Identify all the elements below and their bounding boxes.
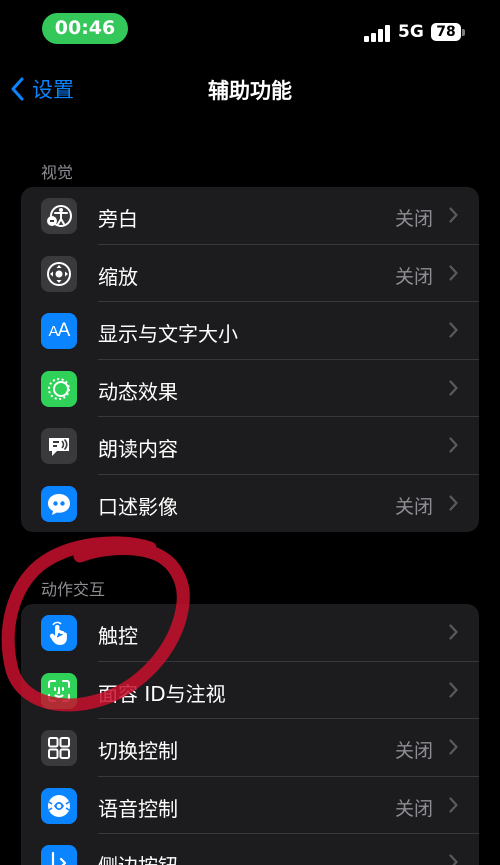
row-label: 动态效果 [98, 379, 178, 404]
row-label: 显示与文字大小 [98, 322, 238, 346]
row-value: 关闭 [394, 797, 433, 820]
row-value: 关闭 [394, 740, 433, 762]
network-type: 5G [398, 22, 424, 42]
row-value: 关闭 [394, 208, 433, 230]
cellular-signal-icon [364, 24, 392, 42]
row-label: 侧边按钮 [98, 850, 178, 865]
chevron-right-icon [449, 796, 458, 813]
settings-row-voice-control[interactable]: 语音控制 关闭 [21, 777, 479, 834]
chevron-right-icon [449, 264, 458, 281]
settings-row-spoken-content[interactable]: 朗读内容 [21, 417, 479, 475]
settings-row-touch[interactable]: 触控 [21, 604, 479, 662]
settings-row-display-text-size[interactable]: AA 显示与文字大小 [21, 302, 479, 360]
settings-group-vision: 旁白 关闭 缩放 关闭 AA 显示与文字大小 动态效果 朗读内容 口述影像 关闭 [21, 187, 479, 532]
row-label: 面容 ID与注视 [98, 681, 226, 706]
chevron-right-icon [449, 854, 458, 865]
settings-row-voiceover[interactable]: 旁白 关闭 [21, 187, 479, 245]
row-label: 缩放 [98, 264, 138, 289]
row-value: 关闭 [394, 265, 433, 288]
voiceover-icon [41, 198, 77, 234]
chevron-right-icon [449, 322, 458, 338]
row-value: 关闭 [394, 495, 433, 518]
settings-row-audio-description[interactable]: 口述影像 关闭 [21, 475, 479, 533]
spoken-content-icon [41, 428, 77, 464]
touch-icon [41, 615, 77, 651]
switch-control-icon [41, 730, 77, 766]
chevron-right-icon [449, 739, 458, 755]
battery-tip [462, 29, 465, 36]
row-label: 旁白 [98, 207, 138, 231]
navigation-bar: 设置 辅助功能 [0, 62, 500, 116]
zoom-icon [41, 255, 77, 292]
section-header-interaction: 动作交互 [41, 580, 106, 599]
chevron-right-icon [449, 207, 458, 223]
settings-row-zoom[interactable]: 缩放 关闭 [21, 245, 479, 302]
battery-icon: 78 [431, 23, 461, 41]
settings-row-motion[interactable]: 动态效果 [21, 360, 479, 417]
audio-description-icon [41, 485, 77, 522]
section-header-vision: 视觉 [41, 163, 74, 182]
chevron-right-icon [449, 494, 458, 511]
row-label: 语音控制 [98, 796, 178, 821]
text-size-icon: AA [41, 313, 77, 349]
status-bar: 00:46 5G 78 [0, 0, 500, 58]
chevron-right-icon [449, 437, 458, 453]
chevron-right-icon [449, 624, 458, 640]
row-label: 触控 [98, 624, 138, 648]
page-title: 辅助功能 [208, 79, 292, 103]
row-label: 切换控制 [98, 739, 178, 763]
row-label: 朗读内容 [98, 437, 178, 461]
face-id-icon [41, 672, 77, 709]
voice-control-icon [41, 787, 77, 824]
chevron-right-icon [449, 379, 458, 396]
motion-icon [41, 370, 77, 407]
settings-row-switch-control[interactable]: 切换控制 关闭 [21, 719, 479, 777]
side-button-icon [41, 845, 77, 865]
settings-group-interaction: 触控 面容 ID与注视 切换控制 关闭 语音控制 关闭 [21, 604, 479, 865]
settings-row-side-button[interactable]: 侧边按钮 [21, 834, 479, 865]
chevron-right-icon [449, 681, 458, 698]
row-label: 口述影像 [98, 494, 178, 519]
status-time: 00:46 [42, 13, 128, 44]
settings-row-face-id-attention[interactable]: 面容 ID与注视 [21, 662, 479, 719]
